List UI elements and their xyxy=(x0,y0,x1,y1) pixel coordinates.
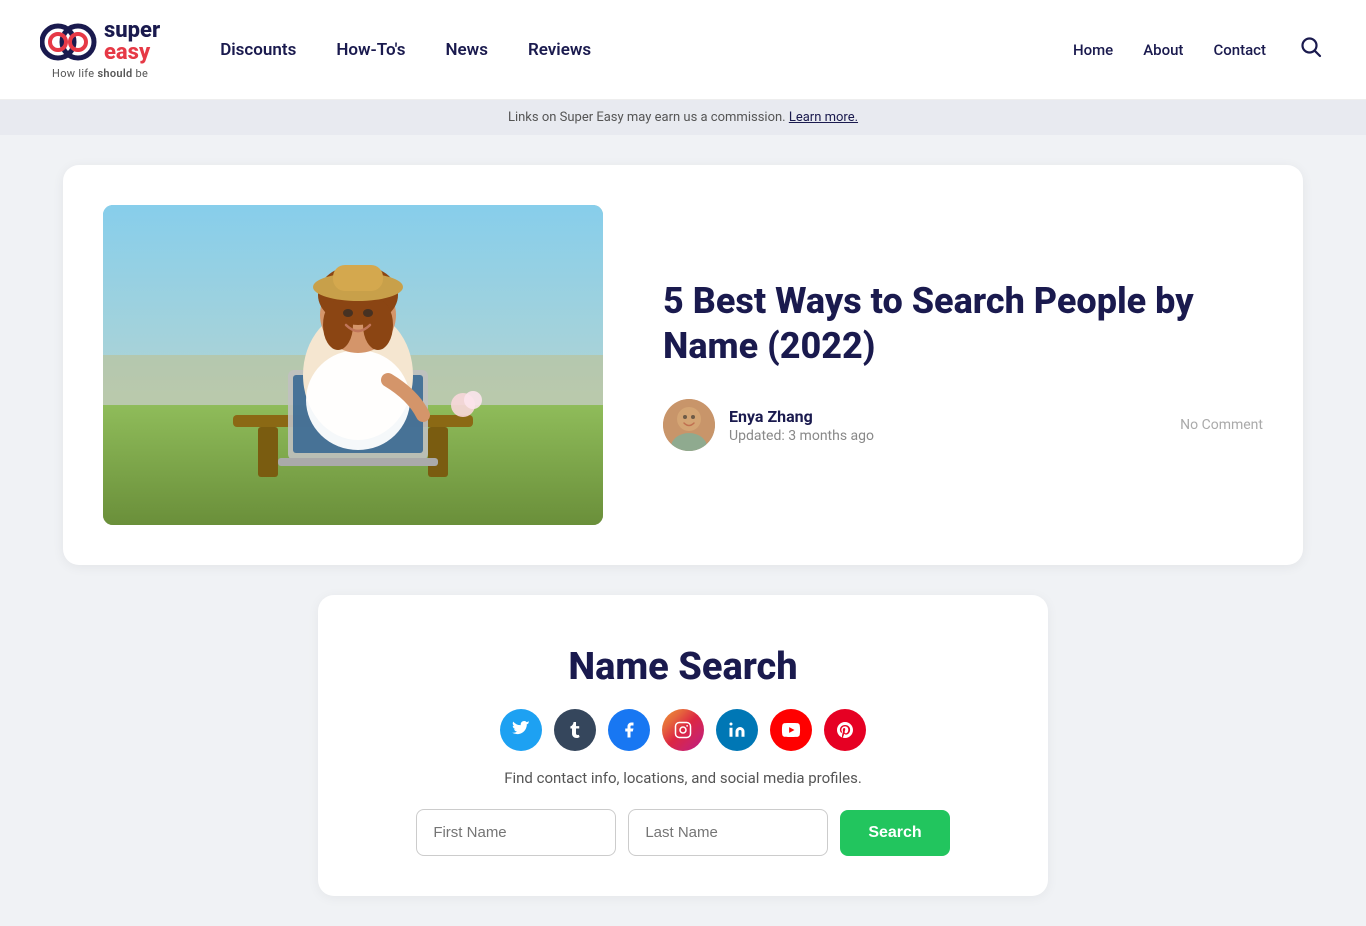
nav-contact[interactable]: Contact xyxy=(1213,41,1266,59)
twitter-icon[interactable] xyxy=(500,709,542,751)
nav-reviews[interactable]: Reviews xyxy=(528,40,591,60)
name-search-title: Name Search xyxy=(358,645,1008,689)
nav-about[interactable]: About xyxy=(1143,41,1183,59)
linkedin-icon[interactable] xyxy=(716,709,758,751)
nav-news[interactable]: News xyxy=(445,40,487,60)
instagram-icon[interactable] xyxy=(662,709,704,751)
search-button[interactable] xyxy=(1296,32,1326,68)
main-content: 5 Best Ways to Search People by Name (20… xyxy=(33,165,1333,896)
social-icons-row xyxy=(358,709,1008,751)
logo-circles xyxy=(40,20,100,65)
article-image xyxy=(103,205,603,525)
author-avatar xyxy=(663,399,715,451)
first-name-input[interactable] xyxy=(416,809,616,856)
author-updated: Updated: 3 months ago xyxy=(729,428,1166,444)
nav-howtos[interactable]: How-To's xyxy=(336,40,405,60)
article-info: 5 Best Ways to Search People by Name (20… xyxy=(663,279,1263,451)
search-description: Find contact info, locations, and social… xyxy=(358,769,1008,787)
author-row: Enya Zhang Updated: 3 months ago No Comm… xyxy=(663,399,1263,451)
pinterest-icon[interactable] xyxy=(824,709,866,751)
logo-tagline: How life should be xyxy=(52,67,148,80)
affiliate-link[interactable]: Learn more. xyxy=(789,110,858,125)
facebook-icon[interactable] xyxy=(608,709,650,751)
article-card: 5 Best Ways to Search People by Name (20… xyxy=(63,165,1303,565)
article-title: 5 Best Ways to Search People by Name (20… xyxy=(663,279,1263,369)
nav-discounts[interactable]: Discounts xyxy=(220,40,296,60)
logo-text: super easy xyxy=(104,20,160,64)
no-comment: No Comment xyxy=(1180,417,1263,433)
author-details: Enya Zhang Updated: 3 months ago xyxy=(729,407,1166,444)
logo-icon-group: super easy xyxy=(40,20,160,65)
name-search-section: Name Search Find contac xyxy=(318,595,1048,896)
author-name: Enya Zhang xyxy=(729,407,1166,426)
logo-easy-text: easy xyxy=(104,42,160,64)
tumblr-icon[interactable] xyxy=(554,709,596,751)
last-name-input[interactable] xyxy=(628,809,828,856)
main-nav: Discounts How-To's News Reviews xyxy=(220,40,1073,60)
site-logo[interactable]: super easy How life should be xyxy=(40,20,160,80)
affiliate-banner: Links on Super Easy may earn us a commis… xyxy=(0,100,1366,135)
right-nav: Home About Contact xyxy=(1073,32,1326,68)
site-header: super easy How life should be Discounts … xyxy=(0,0,1366,100)
youtube-icon[interactable] xyxy=(770,709,812,751)
nav-home[interactable]: Home xyxy=(1073,41,1113,59)
search-submit-button[interactable]: Search xyxy=(840,810,949,856)
article-scene xyxy=(103,205,603,525)
affiliate-text: Links on Super Easy may earn us a commis… xyxy=(508,110,786,125)
search-form: Search xyxy=(358,809,1008,856)
logo-super-text: super xyxy=(104,20,160,42)
